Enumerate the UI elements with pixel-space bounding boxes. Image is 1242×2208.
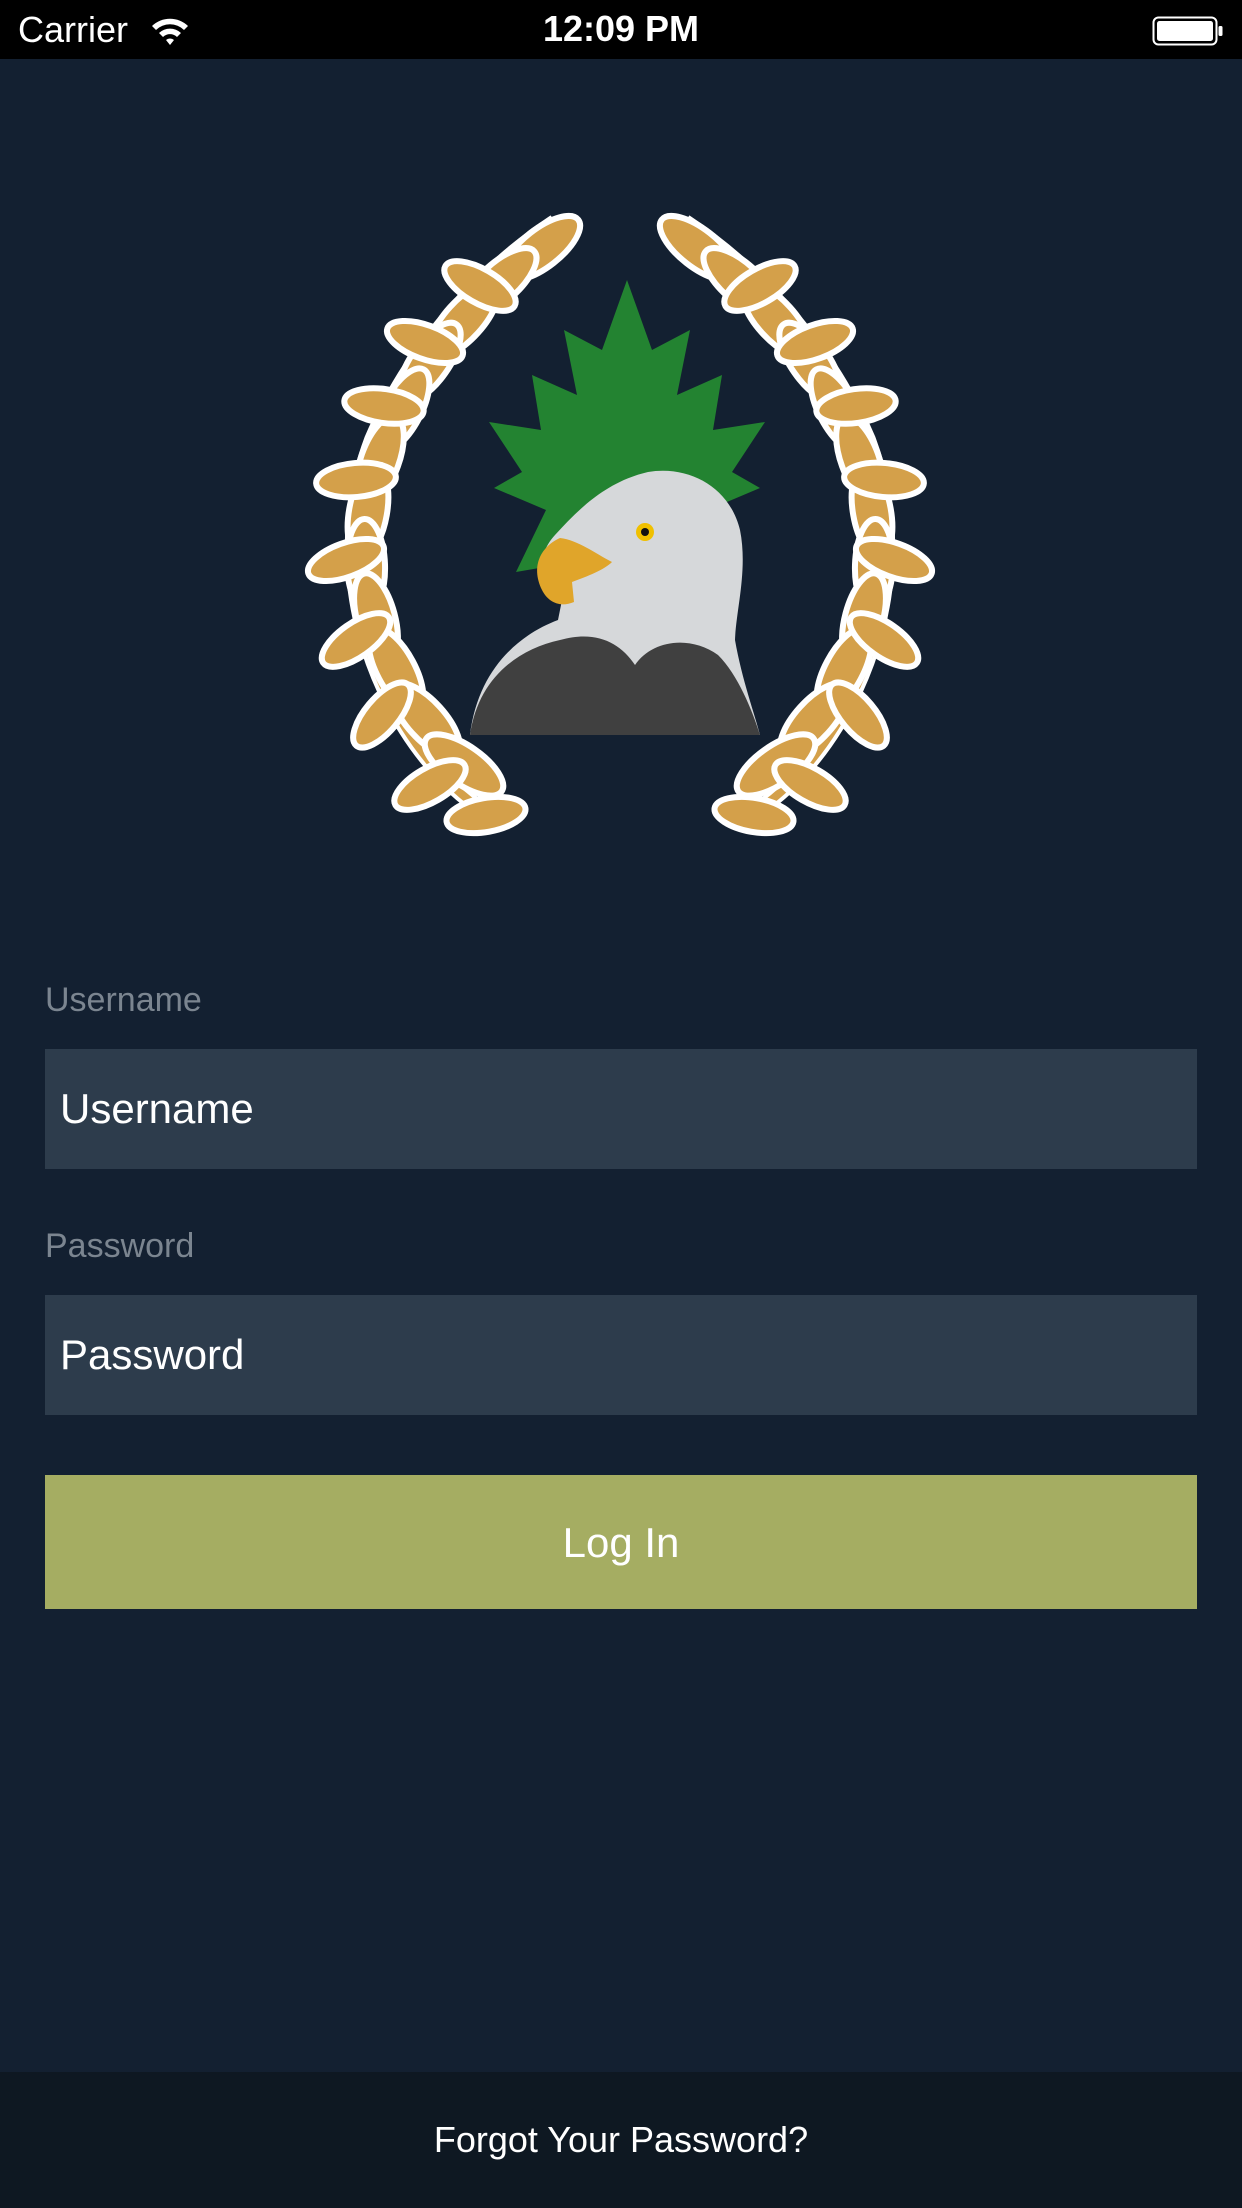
status-bar: Carrier 12:09 PM: [0, 0, 1242, 59]
forgot-password-link[interactable]: Forgot Your Password?: [0, 2072, 1242, 2208]
eagle-emblem-logo: [260, 210, 980, 890]
status-time: 12:09 PM: [542, 8, 700, 49]
password-label: Password: [45, 1227, 195, 1265]
username-input[interactable]: [45, 1049, 1197, 1169]
footer: Forgot Your Password?: [0, 2072, 1242, 2208]
username-label: Username: [45, 981, 202, 1019]
battery-icon: [1152, 16, 1224, 46]
login-button[interactable]: Log In: [45, 1475, 1197, 1609]
password-input[interactable]: [45, 1295, 1197, 1415]
eagle-icon: [470, 470, 760, 735]
